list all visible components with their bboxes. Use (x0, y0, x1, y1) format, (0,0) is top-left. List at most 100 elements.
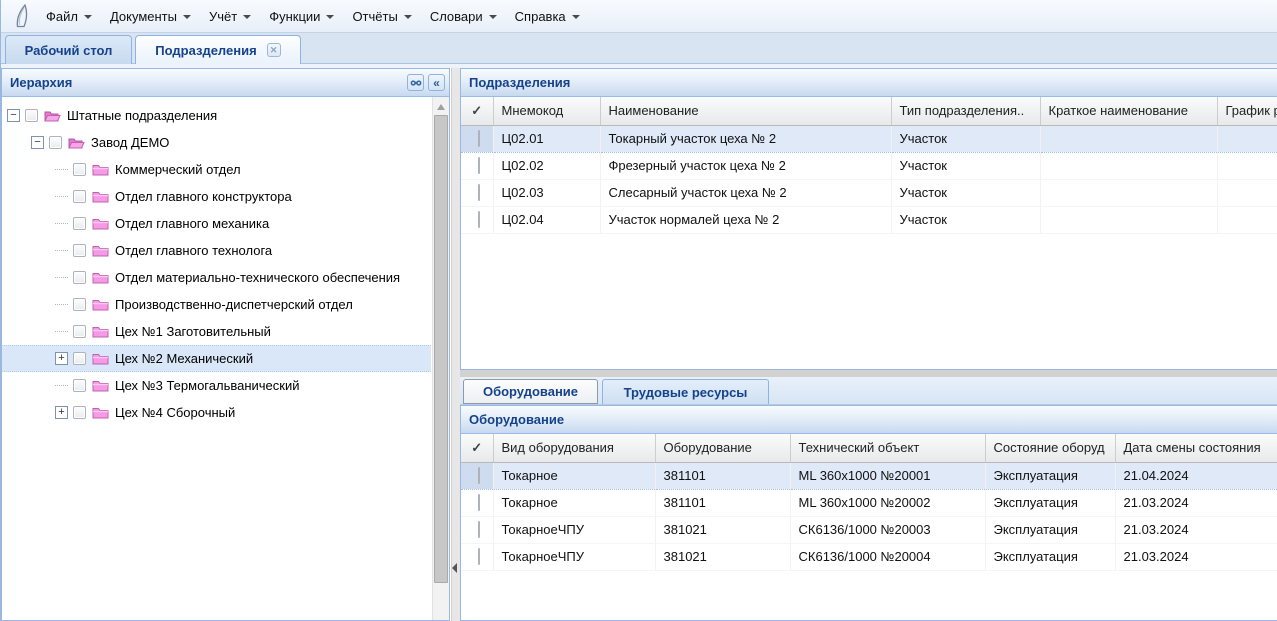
tree-item-10[interactable]: Цех №3 Термогальванический (2, 372, 431, 399)
tree-item-label: Цех №4 Сборочный (115, 405, 235, 420)
tree-checkbox[interactable] (73, 271, 86, 284)
tree-scrollbar[interactable] (432, 97, 449, 620)
horizontal-splitter[interactable] (460, 370, 1277, 377)
equipment-column-header-4[interactable]: Дата смены состояния (1115, 434, 1277, 462)
equipment-table-row[interactable]: Токарное381101ML 360x1000 №20001Эксплуат… (461, 462, 1277, 489)
departments-table-row[interactable]: Ц02.03Слесарный участок цеха № 2Участок (461, 179, 1277, 206)
row-checkbox[interactable] (478, 130, 480, 147)
detail-tab-0[interactable]: Оборудование (463, 379, 598, 404)
row-checkbox[interactable] (478, 157, 480, 174)
row-checkbox[interactable] (478, 494, 480, 511)
equipment-column-header-2[interactable]: Технический объект (790, 434, 985, 462)
hierarchy-panel: Иерархия « −Штатные подразделения−Завод … (1, 68, 450, 621)
menu-item-6[interactable]: Справка (506, 0, 589, 33)
equipment-select-all-header[interactable]: ✓ (461, 434, 493, 462)
tab-Подразделения[interactable]: Подразделения✕ (135, 35, 301, 64)
equipment-cell: 21.03.2024 (1115, 516, 1277, 543)
tree-checkbox[interactable] (73, 244, 86, 257)
tree-checkbox[interactable] (73, 298, 86, 311)
row-checkbox-cell (461, 125, 493, 152)
folder-closed-icon (92, 378, 109, 393)
expander-plus-icon[interactable]: + (55, 352, 68, 365)
row-checkbox[interactable] (478, 548, 480, 565)
menu-item-5[interactable]: Словари (421, 0, 506, 33)
expander-plus-icon[interactable]: + (55, 406, 68, 419)
equipment-column-header-3[interactable]: Состояние оборуд (985, 434, 1115, 462)
detail-tab-1[interactable]: Трудовые ресурсы (602, 379, 769, 404)
departments-cell: Участок (891, 179, 1040, 206)
tree-checkbox[interactable] (49, 136, 62, 149)
menu-item-2[interactable]: Учёт (200, 0, 260, 33)
departments-cell: Токарный участок цеха № 2 (600, 125, 891, 152)
row-checkbox-cell (461, 179, 493, 206)
application-window: Файл ДокументыУчёт Функции ОтчётыСловариСпр… (0, 0, 1277, 621)
equipment-table-row[interactable]: ТокарноеЧПУ381021СК6136/1000 №20004Экспл… (461, 543, 1277, 570)
row-checkbox[interactable] (478, 184, 480, 201)
search-icon[interactable] (407, 74, 424, 91)
hierarchy-tree-body: −Штатные подразделения−Завод ДЕМОКоммерч… (2, 97, 449, 620)
departments-table-row[interactable]: Ц02.01Токарный участок цеха № 2Участок (461, 125, 1277, 152)
close-icon[interactable]: ✕ (267, 43, 281, 57)
tree-checkbox[interactable] (73, 325, 86, 338)
tree-checkbox[interactable] (73, 352, 86, 365)
vertical-splitter[interactable] (451, 68, 460, 621)
row-checkbox[interactable] (478, 521, 480, 538)
departments-header-row: ✓МнемокодНаименованиеТип подразделения..… (461, 97, 1277, 125)
tab-Рабочий стол[interactable]: Рабочий стол (5, 35, 132, 64)
equipment-cell: 21.04.2024 (1115, 462, 1277, 489)
equipment-table-row[interactable]: Токарное381101ML 360x1000 №20002Эксплуат… (461, 489, 1277, 516)
menu-item-0[interactable]: Файл (37, 0, 101, 33)
scrollbar-thumb[interactable] (434, 115, 448, 583)
splitter-collapse-left-icon[interactable] (452, 563, 457, 573)
tree-item-6[interactable]: Отдел материально-технического обеспечен… (2, 264, 431, 291)
expander-minus-icon[interactable]: − (31, 136, 44, 149)
departments-column-header-0[interactable]: Мнемокод (493, 97, 600, 125)
menu-item-3[interactable]: Функции (260, 0, 343, 33)
tree-item-label: Цех №3 Термогальванический (115, 378, 300, 393)
scroll-up-arrow-icon[interactable] (437, 104, 445, 110)
tree-checkbox[interactable] (73, 217, 86, 230)
departments-select-all-header[interactable]: ✓ (461, 97, 493, 125)
tree-item-3[interactable]: Отдел главного конструктора (2, 183, 431, 210)
tree-item-8[interactable]: Цех №1 Заготовительный (2, 318, 431, 345)
tree-checkbox[interactable] (73, 163, 86, 176)
menu-item-4[interactable]: Отчёты (343, 0, 420, 33)
equipment-table-row[interactable]: ТокарноеЧПУ381021СК6136/1000 №20003Экспл… (461, 516, 1277, 543)
caret-down-icon (572, 15, 580, 19)
tree-connector-line (55, 169, 68, 170)
tree-item-5[interactable]: Отдел главного технолога (2, 237, 431, 264)
tree-item-2[interactable]: Коммерческий отдел (2, 156, 431, 183)
tree-item-4[interactable]: Отдел главного механика (2, 210, 431, 237)
menu-item-label: Файл (46, 9, 78, 24)
departments-cell: Участок (891, 206, 1040, 233)
row-checkbox-cell (461, 489, 493, 516)
row-checkbox[interactable] (478, 211, 480, 228)
departments-table-row[interactable]: Ц02.04Участок нормалей цеха № 2Участок (461, 206, 1277, 233)
collapse-panel-icon[interactable]: « (428, 74, 445, 91)
tree-item-11[interactable]: + Цех №4 Сборочный (2, 399, 431, 426)
row-checkbox-cell (461, 152, 493, 179)
hierarchy-panel-title: Иерархия (10, 75, 72, 90)
folder-closed-icon (92, 405, 109, 420)
tree-item-1[interactable]: −Завод ДЕМО (2, 129, 431, 156)
equipment-column-header-0[interactable]: Вид оборудования (493, 434, 655, 462)
tab-label: Рабочий стол (25, 43, 113, 58)
tree-item-9[interactable]: +Цех №2 Механический (2, 345, 431, 372)
tree-checkbox[interactable] (73, 406, 86, 419)
menu-item-1[interactable]: Документы (101, 0, 200, 33)
tree-checkbox[interactable] (25, 109, 38, 122)
expander-minus-icon[interactable]: − (7, 109, 20, 122)
tree-connector-line (55, 331, 68, 332)
tree-item-0[interactable]: −Штатные подразделения (2, 102, 431, 129)
departments-table-row[interactable]: Ц02.02Фрезерный участок цеха № 2Участок (461, 152, 1277, 179)
row-checkbox[interactable] (478, 467, 480, 484)
departments-column-header-2[interactable]: Тип подразделения.. (891, 97, 1040, 125)
equipment-column-header-1[interactable]: Оборудование (655, 434, 790, 462)
menu-item-label: Функции (269, 9, 320, 24)
tree-item-7[interactable]: Производственно-диспетчерский отдел (2, 291, 431, 318)
departments-column-header-4[interactable]: График р (1217, 97, 1277, 125)
tree-checkbox[interactable] (73, 190, 86, 203)
departments-column-header-3[interactable]: Краткое наименование (1040, 97, 1217, 125)
departments-column-header-1[interactable]: Наименование (600, 97, 891, 125)
tree-checkbox[interactable] (73, 379, 86, 392)
